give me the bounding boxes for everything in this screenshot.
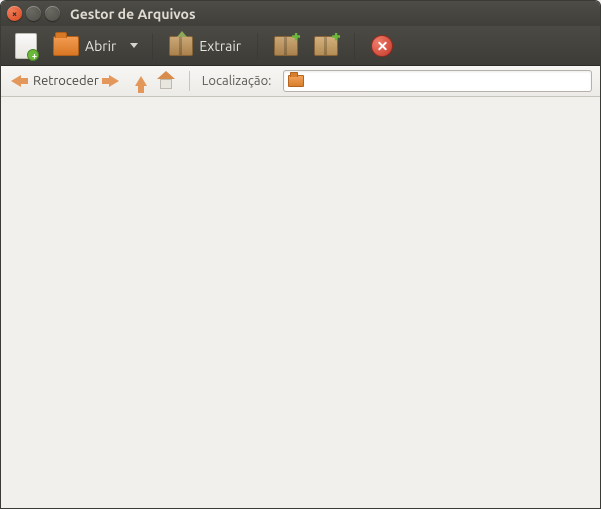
navigation-bar: Retroceder Localização: bbox=[1, 66, 600, 97]
add-folder-button[interactable] bbox=[308, 32, 344, 60]
open-button-label: Abrir bbox=[85, 38, 116, 54]
location-input[interactable] bbox=[308, 74, 587, 89]
add-files-icon bbox=[274, 36, 298, 56]
extract-button-label: Extrair bbox=[199, 38, 241, 54]
new-archive-button[interactable] bbox=[9, 29, 43, 63]
new-document-icon bbox=[15, 33, 37, 59]
home-button[interactable] bbox=[155, 71, 177, 91]
folder-icon bbox=[288, 75, 304, 87]
location-entry[interactable] bbox=[283, 70, 592, 92]
content-area[interactable] bbox=[1, 97, 600, 508]
stop-icon bbox=[371, 35, 393, 57]
minimize-window-button[interactable] bbox=[26, 6, 41, 21]
toolbar-separator bbox=[354, 33, 355, 59]
arrow-right-icon bbox=[109, 75, 119, 87]
toolbar-separator bbox=[152, 33, 153, 59]
chevron-down-icon bbox=[130, 43, 138, 48]
extract-button[interactable]: Extrair bbox=[163, 32, 247, 60]
open-button[interactable]: Abrir bbox=[47, 32, 122, 60]
back-button[interactable]: Retroceder bbox=[9, 72, 101, 90]
toolbar-separator bbox=[257, 33, 258, 59]
main-toolbar: Abrir Extrair bbox=[1, 26, 600, 66]
open-menu-button[interactable] bbox=[126, 37, 142, 54]
stop-button[interactable] bbox=[365, 31, 399, 61]
add-files-button[interactable] bbox=[268, 32, 304, 60]
back-button-label: Retroceder bbox=[33, 74, 99, 88]
window-title: Gestor de Arquivos bbox=[70, 6, 196, 22]
window-controls: × bbox=[7, 6, 60, 21]
close-window-button[interactable]: × bbox=[7, 6, 22, 21]
forward-button[interactable] bbox=[107, 73, 121, 89]
add-folder-icon bbox=[314, 36, 338, 56]
folder-open-icon bbox=[53, 36, 79, 56]
extract-icon bbox=[169, 36, 193, 56]
navbar-separator bbox=[189, 71, 190, 91]
location-label: Localização: bbox=[202, 74, 272, 88]
home-icon bbox=[157, 73, 175, 89]
up-button[interactable] bbox=[133, 74, 149, 88]
maximize-window-button[interactable] bbox=[45, 6, 60, 21]
arrow-left-icon bbox=[11, 75, 21, 87]
arrow-up-icon bbox=[135, 76, 147, 86]
archive-manager-window: × Gestor de Arquivos Abrir Extrair bbox=[0, 0, 601, 509]
titlebar[interactable]: × Gestor de Arquivos bbox=[1, 1, 600, 26]
